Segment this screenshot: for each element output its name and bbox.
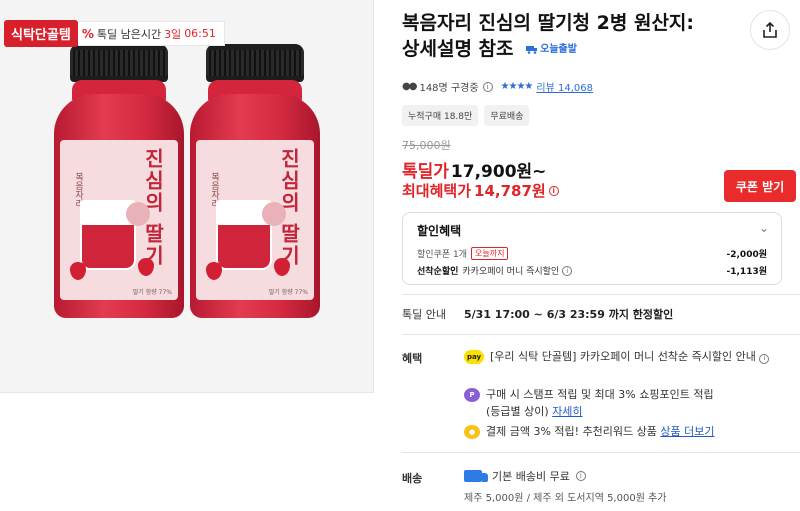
bottle-illustration: 복음자리 진심의 딸기 딸기 함량 77% bbox=[190, 44, 320, 318]
product-image[interactable]: 식탁단골템 % 톡딜 남은시간 3일 06:51 복음자리 진심의 딸기 딸기 … bbox=[0, 0, 374, 393]
rating-stars: ★★★★ bbox=[500, 81, 534, 92]
bottle-cap bbox=[70, 44, 168, 82]
timer-label: 톡딜 남은시간 bbox=[96, 27, 162, 41]
divider bbox=[402, 452, 800, 453]
deal-price-label: 톡딜가 bbox=[402, 162, 449, 182]
max-benefit-label: 최대혜택가 bbox=[402, 182, 472, 200]
discount-box-title: 할인혜택 bbox=[417, 224, 462, 238]
divider bbox=[402, 334, 800, 335]
timer-time: 06:51 bbox=[184, 27, 216, 40]
shipping-label: 배송 bbox=[402, 472, 423, 485]
strawberry-icon bbox=[206, 262, 222, 280]
info-icon[interactable]: i bbox=[575, 471, 586, 481]
bottle-illustration: 복음자리 진심의 딸기 딸기 함량 77% bbox=[54, 44, 184, 318]
coupon-button[interactable]: 쿠폰 받기 bbox=[724, 170, 796, 202]
coupon-discount-amount: -2,000원 bbox=[726, 250, 767, 260]
details-link[interactable]: 자세히 bbox=[552, 405, 582, 418]
review-link[interactable]: 리뷰 14,068 bbox=[536, 79, 593, 94]
strawberry-icon bbox=[274, 258, 290, 276]
more-products-link[interactable]: 상품 더보기 bbox=[660, 425, 714, 438]
max-benefit-price: 14,787원 bbox=[474, 182, 546, 200]
truck-icon bbox=[464, 470, 488, 482]
first-come-discount-row: 선착순할인 카카오페이 머니 즉시할인 i -1,113원 bbox=[417, 264, 767, 277]
info-icon[interactable]: i bbox=[759, 353, 770, 364]
product-chips: 누적구매 18.8만 무료배송 bbox=[402, 105, 530, 126]
today-delivery-badge: 오늘출발 bbox=[526, 37, 577, 63]
benefit-item-kakaopay: pay [우리 식탁 단골템] 카카오페이 머니 선착순 즉시할인 안내 i bbox=[464, 348, 784, 365]
product-info-panel: 복음자리 진심의 딸기청 2병 원산지: 상세설명 참조 오늘출발 ●● 148… bbox=[402, 0, 800, 511]
deal-price-row: 톡딜가 17,900원~ bbox=[402, 157, 546, 182]
original-price: 75,000원 bbox=[402, 139, 451, 152]
share-icon bbox=[763, 21, 777, 38]
bottle-cap bbox=[206, 44, 304, 82]
info-icon[interactable]: i bbox=[562, 265, 573, 276]
truck-icon bbox=[526, 46, 538, 54]
share-button[interactable] bbox=[750, 10, 790, 50]
discount-benefit-box[interactable]: 할인혜택 ⌄ 할인쿠폰 1개 오늘까지 -2,000원 선착순할인 카카오페이 … bbox=[402, 212, 782, 285]
percent-icon: % bbox=[81, 26, 94, 41]
coupon-discount-row: 할인쿠폰 1개 오늘까지 -2,000원 bbox=[417, 247, 767, 260]
divider bbox=[402, 294, 800, 295]
category-badge: 식탁단골템 bbox=[4, 20, 78, 47]
benefits-label: 혜택 bbox=[402, 352, 423, 365]
deal-info-row: 톡딜 안내 5/31 17:00 ~ 6/3 23:59 까지 한정할인 bbox=[402, 306, 673, 322]
shipping-info: 기본 배송비 무료 i bbox=[464, 468, 586, 484]
bottle-label: 복음자리 진심의 딸기 딸기 함량 77% bbox=[196, 140, 314, 300]
coin-icon: ● bbox=[464, 425, 480, 439]
viewer-count: 148명 구경중 bbox=[419, 83, 479, 94]
today-only-tag: 오늘까지 bbox=[471, 247, 509, 260]
shipping-extra-fee: 제주 5,000원 / 제주 외 도서지역 5,000원 추가 bbox=[464, 493, 667, 504]
deal-badges: 식탁단골템 % 톡딜 남은시간 3일 06:51 bbox=[4, 20, 225, 47]
info-icon[interactable]: i bbox=[482, 81, 493, 92]
purchase-count-chip: 누적구매 18.8만 bbox=[402, 105, 479, 126]
bottle-label: 복음자리 진심의 딸기 딸기 함량 77% bbox=[60, 140, 178, 300]
deal-period: 5/31 17:00 ~ 6/3 23:59 까지 한정할인 bbox=[464, 308, 674, 321]
strawberry-icon bbox=[138, 258, 154, 276]
free-shipping-chip: 무료배송 bbox=[484, 105, 530, 126]
deal-price: 17,900원~ bbox=[450, 162, 547, 182]
deal-info-label: 톡딜 안내 bbox=[402, 308, 446, 321]
info-icon[interactable]: i bbox=[548, 185, 559, 196]
eyes-icon: ●● bbox=[402, 81, 418, 92]
benefit-item-reward: ● 결제 금액 3% 적립! 추천리워드 상품 상품 더보기 bbox=[464, 423, 784, 440]
max-benefit-row: 최대혜택가 14,787원 i bbox=[402, 180, 559, 201]
product-meta: ●● 148명 구경중 i ★★★★ 리뷰 14,068 bbox=[402, 79, 593, 94]
kakaopay-icon: pay bbox=[464, 350, 484, 364]
timer-days: 3일 bbox=[164, 27, 182, 41]
first-come-discount-amount: -1,113원 bbox=[726, 267, 767, 277]
strawberry-icon bbox=[70, 262, 86, 280]
benefit-item-points: P 구매 시 스탬프 적립 및 최대 3% 쇼핑포인트 적립 (등급별 상이) … bbox=[464, 386, 784, 420]
point-icon: P bbox=[464, 388, 480, 402]
chevron-down-icon[interactable]: ⌄ bbox=[759, 221, 769, 235]
product-title: 복음자리 진심의 딸기청 2병 원산지: 상세설명 참조 오늘출발 bbox=[402, 10, 702, 63]
deal-timer: % 톡딜 남은시간 3일 06:51 bbox=[77, 21, 225, 46]
